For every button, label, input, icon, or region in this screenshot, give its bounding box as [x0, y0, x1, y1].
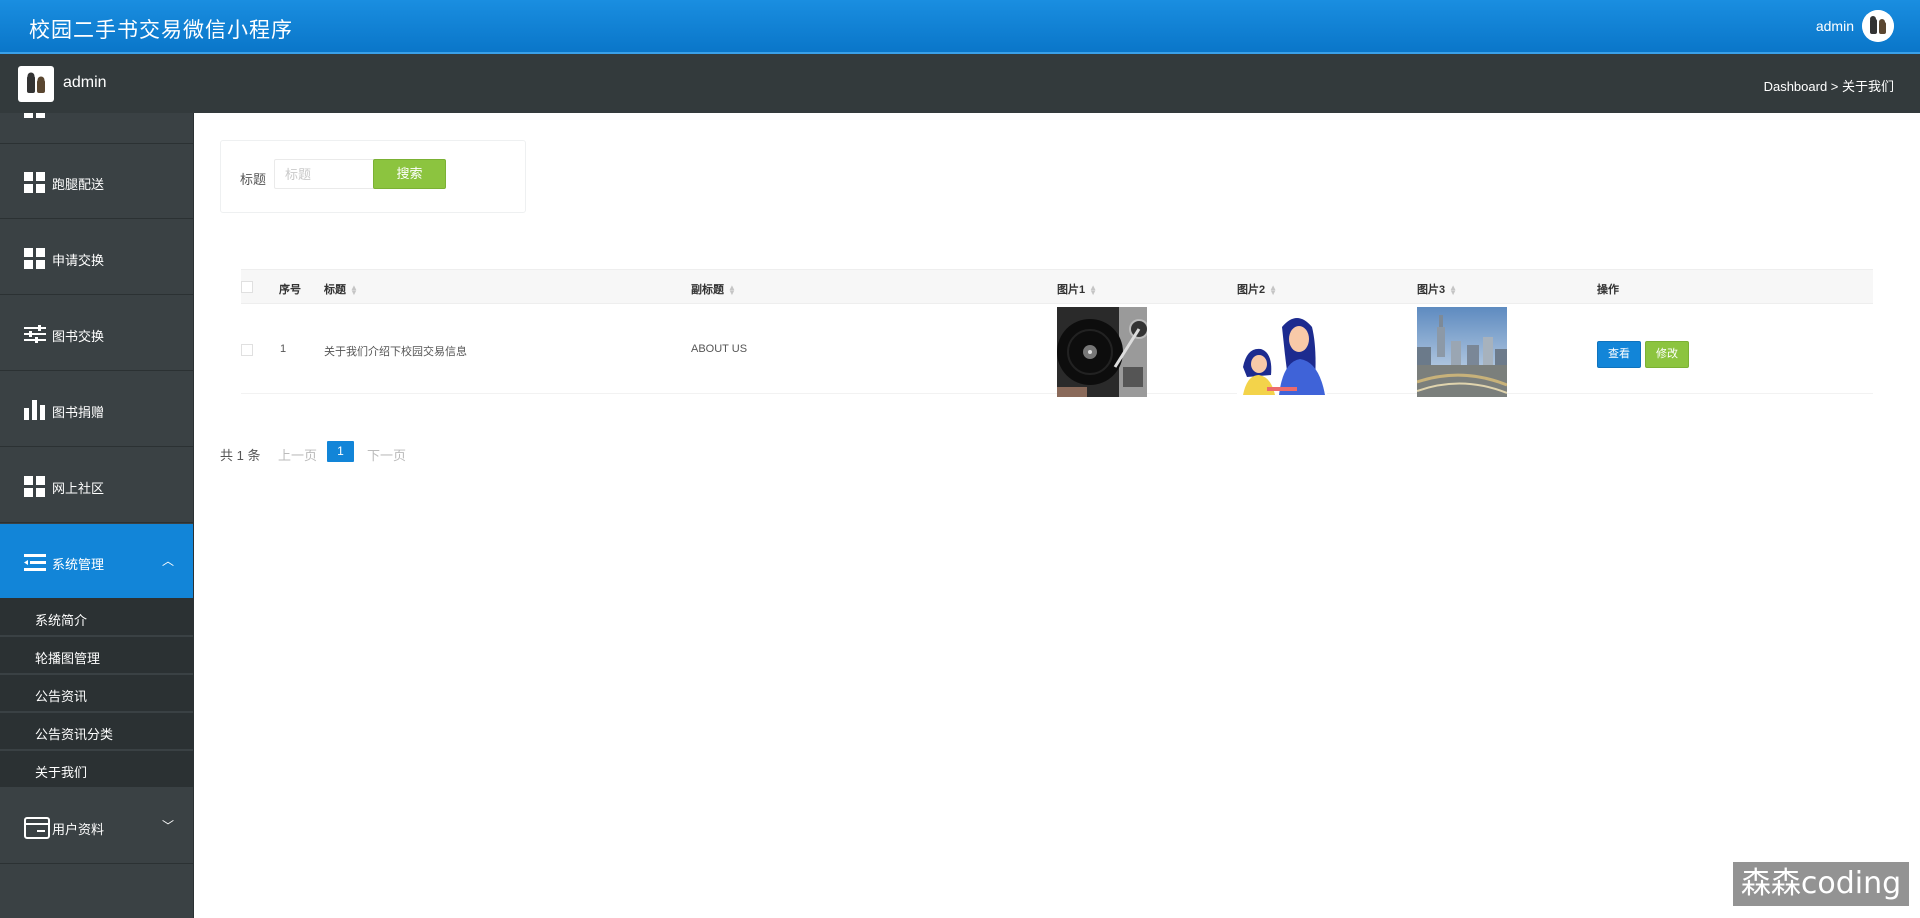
- sort-icon[interactable]: ▲ ▼: [1449, 284, 1457, 297]
- column-header-actions: 操作: [1597, 284, 1619, 296]
- view-button[interactable]: 查看: [1597, 341, 1641, 368]
- grid-icon: [24, 172, 46, 193]
- column-header-image2[interactable]: 图片2 ▲ ▼: [1237, 281, 1277, 297]
- sort-icon[interactable]: ▲ ▼: [1089, 284, 1097, 297]
- sidebar-item-label: 网上社区: [52, 481, 105, 496]
- sidebar-item-label: 用户资料: [52, 822, 105, 837]
- pagination-total: 共 1 条: [220, 448, 261, 463]
- search-panel: 标题 搜索: [220, 140, 526, 213]
- sidebar-item-label: 图书交换: [52, 329, 105, 344]
- sidebar-item-label: 跑腿配送: [52, 177, 105, 192]
- grid-icon: [24, 113, 46, 118]
- top-bar: 校园二手书交易微信小程序 admin: [0, 0, 1920, 54]
- submenu-about-us[interactable]: 关于我们: [0, 751, 193, 788]
- sidebar-item-book-donation[interactable]: 图书捐赠: [0, 372, 193, 447]
- illustration-girls[interactable]: [1237, 307, 1327, 397]
- main-content: 标题 搜索 序号 标题▲▼ 副标题▲▼ 图片1▲▼ 图片2▲▼ 图片3▲▼ 操作…: [194, 113, 1920, 918]
- submenu-label: 轮播图管理: [35, 651, 101, 666]
- sort-icon[interactable]: ▲ ▼: [350, 284, 358, 297]
- bear-logo-icon: [18, 66, 54, 102]
- submenu-label: 关于我们: [35, 765, 88, 780]
- sidebar-item-label: 申请交换: [52, 253, 105, 268]
- cell-title: 关于我们介绍下校园交易信息: [324, 346, 467, 358]
- sort-icon[interactable]: ▲ ▼: [728, 284, 736, 297]
- column-header-index: 序号: [279, 284, 301, 296]
- bar-chart-icon: [24, 400, 46, 420]
- row-checkbox[interactable]: [241, 344, 253, 356]
- card-icon: [24, 817, 50, 839]
- submenu-label: 系统简介: [35, 613, 88, 628]
- submenu-label: 公告资讯分类: [35, 727, 114, 742]
- list-menu-icon: [24, 552, 46, 572]
- cell-index: 1: [280, 343, 287, 355]
- submenu-news[interactable]: 公告资讯: [0, 675, 193, 712]
- column-header-label: 图片3: [1417, 284, 1446, 296]
- search-button[interactable]: 搜索: [373, 159, 446, 189]
- select-all-checkbox[interactable]: [241, 281, 253, 293]
- prev-page-button[interactable]: 上一页: [278, 445, 317, 464]
- column-header-title[interactable]: 标题 ▲ ▼: [324, 281, 358, 297]
- sidebar-item-label: 系统管理: [52, 557, 105, 572]
- sidebar-item-apply-exchange[interactable]: 申请交换: [0, 220, 193, 295]
- column-header-image3[interactable]: 图片3 ▲ ▼: [1417, 281, 1457, 297]
- cell-subtitle: ABOUT US: [691, 343, 748, 355]
- sidebar-item-partial[interactable]: [0, 113, 193, 144]
- sidebar-item-system[interactable]: 系统管理 ︿: [0, 524, 193, 599]
- page-1-button[interactable]: 1: [327, 441, 354, 462]
- column-header-label: 图片1: [1057, 284, 1086, 296]
- sub-header: admin Dashboard > 关于我们: [0, 54, 1920, 113]
- next-page-button[interactable]: 下一页: [367, 445, 406, 464]
- grid-icon: [24, 476, 46, 497]
- table-header: 序号 标题 ▲ ▼ 副标题 ▲ ▼ 图片1 ▲ ▼ 图片2 ▲ ▼ 图片3 ▲ ▼ 操作: [241, 269, 1873, 304]
- sidebar: 跑腿配送 申请交换 图书交换 图书捐赠 网上社区 系统管理 ︿ 系统简介 轮播图…: [0, 113, 194, 918]
- sidebar-item-community[interactable]: 网上社区: [0, 448, 193, 523]
- search-label: 标题: [240, 172, 267, 187]
- turntable-photo[interactable]: [1057, 307, 1147, 397]
- column-header-image1[interactable]: 图片1 ▲ ▼: [1057, 281, 1097, 297]
- sidebar-item-book-exchange[interactable]: 图书交换: [0, 296, 193, 371]
- header-username[interactable]: admin: [1816, 18, 1854, 34]
- table-row: 1 关于我们介绍下校园交易信息 ABOUT US 查看 修改: [241, 304, 1873, 397]
- bear-avatar-icon[interactable]: [1862, 10, 1894, 42]
- chevron-down-icon: ﹀: [161, 819, 174, 833]
- sidebar-item-user-profile[interactable]: 用户资料 ﹀: [0, 789, 193, 864]
- submenu-carousel[interactable]: 轮播图管理: [0, 637, 193, 674]
- column-header-label: 标题: [324, 284, 346, 296]
- city-photo[interactable]: [1417, 307, 1507, 397]
- submenu-label: 公告资讯: [35, 689, 88, 704]
- sidebar-username: admin: [63, 74, 107, 91]
- sidebar-item-label: 图书捐赠: [52, 405, 105, 420]
- breadcrumb: Dashboard > 关于我们: [1763, 79, 1894, 94]
- column-header-label: 副标题: [691, 284, 724, 296]
- column-header-subtitle[interactable]: 副标题 ▲ ▼: [691, 281, 736, 297]
- sidebar-item-delivery[interactable]: 跑腿配送: [0, 144, 193, 219]
- chevron-up-icon: ︿: [161, 554, 174, 568]
- app-title: 校园二手书交易微信小程序: [29, 19, 293, 42]
- watermark: 森森coding: [1733, 862, 1909, 906]
- sort-icon[interactable]: ▲ ▼: [1269, 284, 1277, 297]
- column-header-label: 图片2: [1237, 284, 1266, 296]
- grid-icon: [24, 248, 46, 269]
- sliders-icon: [24, 324, 46, 344]
- edit-button[interactable]: 修改: [1645, 341, 1689, 368]
- submenu-intro[interactable]: 系统简介: [0, 599, 193, 636]
- submenu-news-category[interactable]: 公告资讯分类: [0, 713, 193, 750]
